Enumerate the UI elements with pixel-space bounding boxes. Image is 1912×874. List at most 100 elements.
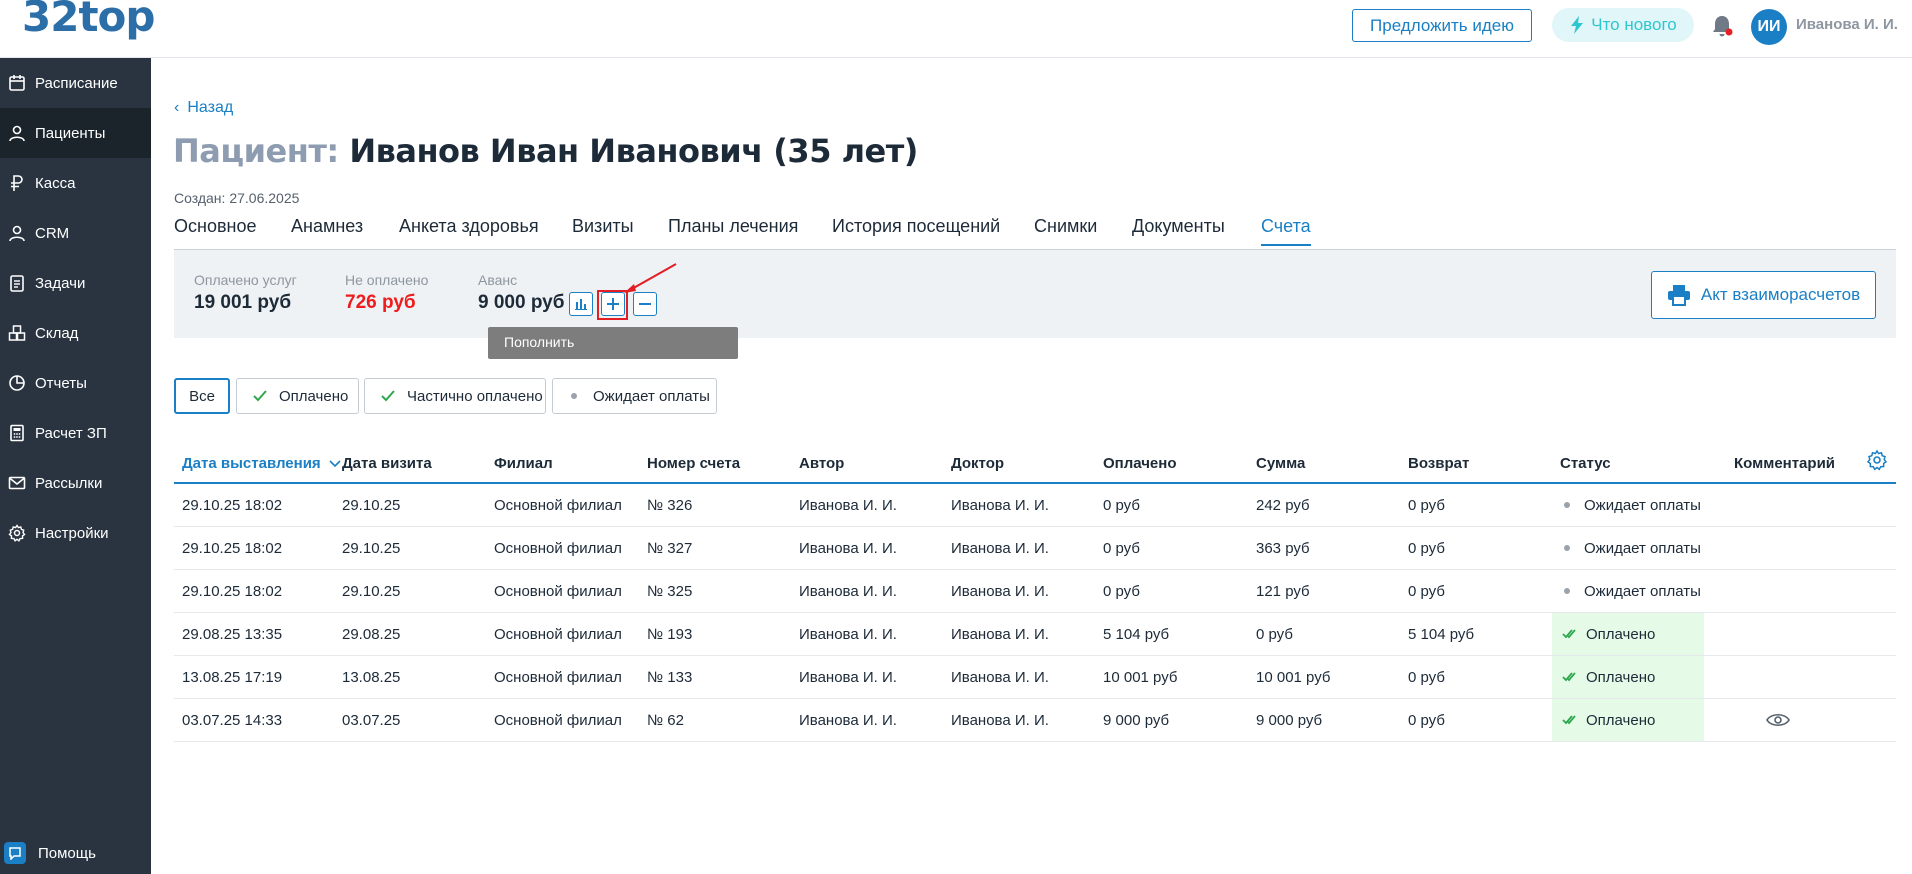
whats-new-button[interactable]: Что нового: [1552, 8, 1694, 42]
column-label: Дата выставления: [182, 455, 321, 472]
sidebar-item-tasks[interactable]: Задачи: [0, 258, 151, 308]
sidebar-item-settings[interactable]: Настройки: [0, 508, 151, 558]
user-name[interactable]: Иванова И. И.: [1796, 16, 1898, 33]
eye-icon[interactable]: [1766, 711, 1790, 729]
sidebar-item-cash[interactable]: Касса: [0, 158, 151, 208]
sidebar-item-crm[interactable]: CRM: [0, 208, 151, 258]
back-link[interactable]: ‹ Назад: [174, 99, 233, 117]
table-row[interactable]: 29.10.25 18:02 29.10.25 Основной филиал № 3…: [174, 570, 1896, 613]
sidebar-item-patients[interactable]: Пациенты: [0, 108, 151, 158]
sidebar-item-label: Отчеты: [35, 374, 87, 392]
chat-help-icon: [4, 842, 26, 864]
column-branch[interactable]: Филиал: [494, 455, 553, 472]
table-row[interactable]: 29.10.25 18:02 29.10.25 Основной филиал № 3…: [174, 484, 1896, 527]
table-row[interactable]: 03.07.25 14:33 03.07.25 Основной филиал № 6…: [174, 699, 1896, 742]
cell-paid: 0 руб: [1103, 540, 1140, 557]
tab-visits[interactable]: Визиты: [572, 216, 634, 237]
cell-refund: 0 руб: [1408, 712, 1445, 729]
sidebar-item-label: Расписание: [35, 74, 118, 92]
filter-awaiting-payment[interactable]: Ожидает оплаты: [552, 378, 717, 414]
column-doctor[interactable]: Доктор: [951, 455, 1004, 472]
tab-documents[interactable]: Документы: [1132, 216, 1225, 237]
filter-paid[interactable]: Оплачено: [236, 378, 359, 414]
sidebar-item-reports[interactable]: Отчеты: [0, 358, 151, 408]
column-visit-date[interactable]: Дата визита: [342, 455, 432, 472]
table-row[interactable]: 29.10.25 18:02 29.10.25 Основной филиал № 3…: [174, 527, 1896, 570]
tab-anamnesis[interactable]: Анамнез: [291, 216, 363, 237]
table-header: Дата выставления Дата визита Филиал Номе…: [174, 442, 1896, 484]
bell-icon[interactable]: [1710, 13, 1734, 39]
sidebar-item-label: Пациенты: [35, 124, 106, 142]
cell-doctor: Иванова И. И.: [951, 583, 1049, 600]
tab-images[interactable]: Снимки: [1034, 216, 1097, 237]
sidebar-item-warehouse[interactable]: Склад: [0, 308, 151, 358]
table-body: 29.10.25 18:02 29.10.25 Основной филиал № 3…: [174, 484, 1896, 742]
tab-treatment-plans[interactable]: Планы лечения: [668, 216, 798, 237]
tab-health-form[interactable]: Анкета здоровья: [399, 216, 539, 237]
cell-visit-date: 29.08.25: [342, 626, 401, 643]
status-badge: Оплачено: [1552, 699, 1704, 741]
filter-partially-paid[interactable]: Частично оплачено: [364, 378, 546, 414]
check-icon: [381, 390, 395, 402]
status-badge: Ожидает оплаты: [1552, 527, 1704, 569]
sidebar-item-label: Склад: [35, 324, 79, 342]
column-paid[interactable]: Оплачено: [1103, 455, 1177, 472]
cell-invoice-number: № 327: [647, 540, 693, 557]
sidebar: Расписание Пациенты Касса CRM Задачи Скл…: [0, 58, 151, 874]
printer-icon: [1667, 285, 1690, 306]
user-icon: [9, 225, 25, 242]
cell-visit-date: 13.08.25: [342, 669, 401, 686]
sidebar-item-label: Настройки: [35, 524, 109, 542]
table-row[interactable]: 29.08.25 13:35 29.08.25 Основной филиал № 1…: [174, 613, 1896, 656]
cell-invoice-date: 29.10.25 18:02: [182, 497, 283, 514]
check-icon: [253, 390, 267, 402]
tab-invoices[interactable]: Счета: [1261, 216, 1311, 246]
lightning-icon: [1571, 16, 1584, 34]
filter-label: Оплачено: [279, 387, 349, 405]
table-settings-gear-icon[interactable]: [1866, 449, 1888, 471]
tab-visit-history[interactable]: История посещений: [832, 216, 1000, 237]
tab-general[interactable]: Основное: [174, 216, 256, 237]
advance-history-button[interactable]: [569, 292, 593, 316]
mail-icon: [8, 476, 26, 490]
sidebar-item-salary[interactable]: Расчет ЗП: [0, 408, 151, 458]
cell-author: Иванова И. И.: [799, 583, 897, 600]
cell-amount: 0 руб: [1256, 626, 1293, 643]
avatar[interactable]: ИИ: [1751, 9, 1787, 45]
column-author[interactable]: Автор: [799, 455, 844, 472]
pie-chart-icon: [9, 375, 25, 391]
cell-refund: 5 104 руб: [1408, 626, 1475, 643]
column-comment[interactable]: Комментарий: [1734, 455, 1835, 472]
cell-visit-date: 29.10.25: [342, 540, 401, 557]
suggest-idea-button[interactable]: Предложить идею: [1352, 9, 1532, 42]
top-bar: 32top Предложить идею Что нового ИИ Иван…: [0, 0, 1912, 58]
column-amount[interactable]: Сумма: [1256, 455, 1305, 472]
status-label: Ожидает оплаты: [1584, 582, 1701, 600]
tasks-icon: [10, 275, 24, 292]
status-badge: Оплачено: [1552, 656, 1704, 698]
tooltip: Пополнить: [488, 327, 738, 359]
paid-label: Оплачено услуг: [194, 272, 297, 288]
column-invoice-date[interactable]: Дата выставления: [182, 455, 341, 472]
sidebar-item-label: Задачи: [35, 274, 86, 292]
logo[interactable]: 32top: [22, 0, 155, 41]
sidebar-item-mailings[interactable]: Рассылки: [0, 458, 151, 508]
double-check-icon: [1562, 672, 1576, 682]
column-status[interactable]: Статус: [1560, 455, 1611, 472]
column-refund[interactable]: Возврат: [1408, 455, 1469, 472]
chevron-left-icon: ‹: [174, 99, 180, 116]
status-label: Оплачено: [1586, 668, 1656, 686]
cell-author: Иванова И. И.: [799, 626, 897, 643]
cell-paid: 0 руб: [1103, 583, 1140, 600]
help-button[interactable]: Помощь: [4, 842, 96, 864]
double-check-icon: [1562, 715, 1576, 725]
sidebar-item-schedule[interactable]: Расписание: [0, 58, 151, 108]
cell-doctor: Иванова И. И.: [951, 669, 1049, 686]
table-row[interactable]: 13.08.25 17:19 13.08.25 Основной филиал № 1…: [174, 656, 1896, 699]
filter-all[interactable]: Все: [174, 378, 230, 414]
column-invoice-number[interactable]: Номер счета: [647, 455, 740, 472]
mutual-settlement-act-button[interactable]: Акт взаиморасчетов: [1651, 271, 1876, 319]
sidebar-item-label: Расчет ЗП: [35, 424, 107, 442]
status-label: Ожидает оплаты: [1584, 539, 1701, 557]
status-label: Оплачено: [1586, 711, 1656, 729]
